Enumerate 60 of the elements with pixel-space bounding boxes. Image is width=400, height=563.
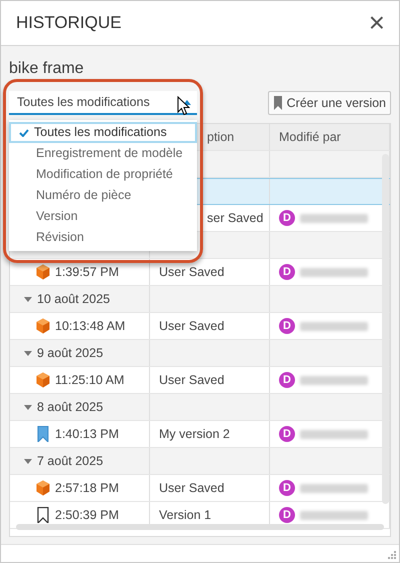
expand-arrow-icon (24, 296, 32, 302)
redacted-name (300, 430, 368, 438)
vertical-scrollbar[interactable] (382, 154, 389, 504)
window-title: HISTORIQUE (16, 12, 122, 34)
column-header: Modifié par (279, 128, 341, 146)
bookmark-icon (272, 96, 283, 110)
resize-grip-icon (387, 550, 396, 559)
expand-arrow-icon (24, 458, 32, 464)
entry-description: My version 2 (159, 426, 230, 443)
entry-time: 11:25:10 AM (55, 372, 124, 389)
user-avatar: D (279, 507, 295, 523)
menu-item[interactable]: Révision (9, 227, 197, 248)
cube-icon (36, 264, 50, 280)
redacted-name (300, 376, 368, 384)
user-avatar: D (279, 210, 295, 226)
cube-icon (36, 480, 50, 496)
redacted-name (300, 484, 368, 492)
entry-description: Version 1 (159, 506, 212, 524)
document-name: bike frame (9, 59, 84, 79)
column-header: ption (207, 128, 234, 146)
bookmark-icon (36, 426, 50, 442)
user-avatar: D (279, 426, 295, 442)
entry-time: 2:57:18 PM (55, 480, 119, 497)
menu-item[interactable]: Numéro de pièce (9, 185, 197, 206)
entry-time: 10:13:48 AM (55, 318, 126, 335)
redacted-name (300, 268, 368, 276)
check-icon (19, 128, 29, 136)
entry-description: User Saved (159, 480, 224, 497)
user-avatar: D (279, 264, 295, 280)
user-avatar: D (279, 318, 295, 334)
create-version-button[interactable]: Créer une version (268, 91, 391, 115)
cube-icon (36, 318, 50, 334)
entry-time: 1:39:57 PM (55, 264, 119, 281)
menu-item[interactable]: Version (9, 206, 197, 227)
menu-item[interactable]: Modification de propriété (9, 164, 197, 185)
bookmark-icon (36, 507, 50, 523)
group-date: 9 août 2025 (37, 344, 104, 362)
redacted-name (300, 322, 368, 330)
entry-time: 1:40:13 PM (55, 426, 119, 443)
user-avatar: D (279, 372, 295, 388)
expand-arrow-icon (24, 350, 32, 356)
entry-time: 2:50:39 PM (55, 506, 119, 524)
menu-item[interactable]: Toutes les modifications (9, 122, 197, 143)
close-button[interactable]: × (366, 9, 387, 37)
expand-arrow-icon (24, 404, 32, 410)
group-date: 8 août 2025 (37, 398, 104, 416)
horizontal-scrollbar[interactable] (16, 524, 384, 530)
group-date: 10 août 2025 (37, 290, 110, 308)
cursor-icon (177, 96, 190, 116)
user-avatar: D (279, 480, 295, 496)
entry-description: User Saved (159, 318, 224, 335)
group-date: 7 août 2025 (37, 452, 104, 470)
entry-description: User Saved (159, 372, 224, 389)
menu-item[interactable]: Enregistrement de modèle (9, 143, 197, 164)
entry-description: User Saved (159, 264, 224, 281)
cube-icon (36, 372, 50, 388)
filter-dropdown[interactable]: Toutes les modifications (9, 91, 197, 115)
redacted-name (300, 510, 368, 520)
redacted-name (300, 214, 368, 222)
entry-description: ser Saved (207, 210, 264, 227)
